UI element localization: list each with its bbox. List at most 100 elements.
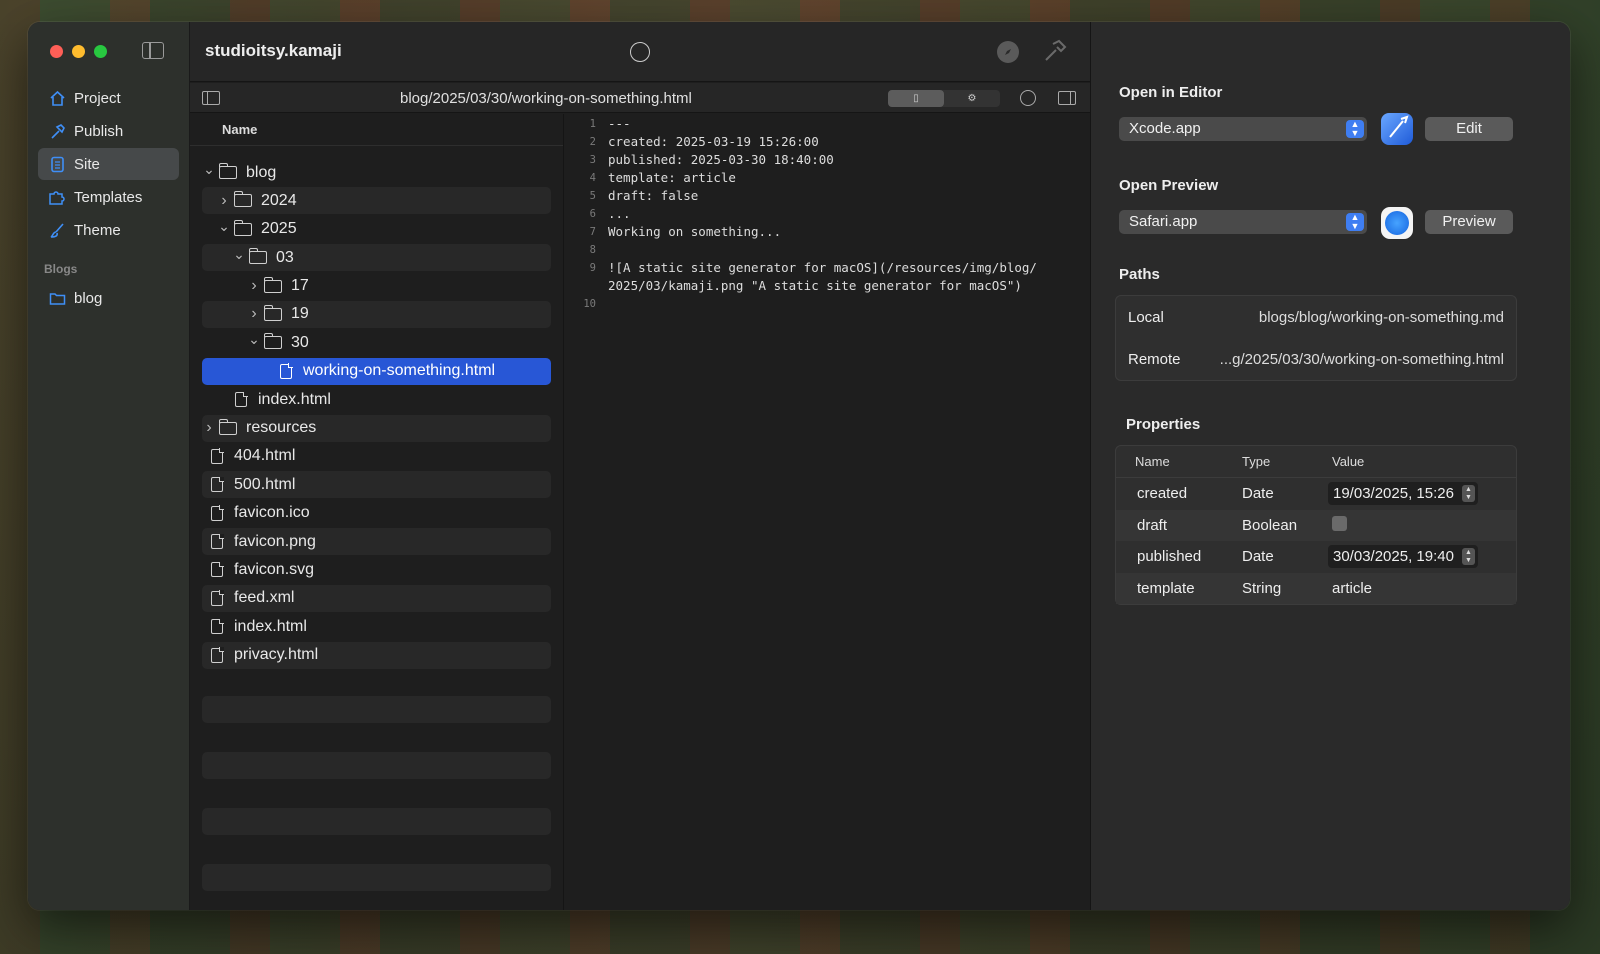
editor-app-value: Xcode.app — [1129, 120, 1201, 137]
tree-folder-row[interactable]: › 2024 — [202, 187, 551, 215]
tree-folder-row[interactable]: ⌄ 2025 — [202, 216, 551, 243]
settings-view-icon[interactable]: ⚙ — [944, 90, 1000, 107]
chevron-down-icon[interactable]: ⌄ — [202, 161, 216, 178]
sidebar-item-theme[interactable]: Theme — [38, 214, 179, 246]
stepper-icon[interactable]: ▲ ▼ — [1461, 485, 1475, 503]
folder-icon — [218, 418, 237, 435]
code-editor[interactable]: 1 --- 2 created: 2025-03-19 15:26:00 3 publis… — [564, 114, 1090, 910]
code-line: 6... — [564, 206, 631, 224]
tree-folder-row[interactable]: › 17 — [202, 273, 551, 300]
sidebar-item-project[interactable]: Project — [38, 82, 179, 114]
code-text: draft: false — [608, 188, 699, 203]
chevron-down-icon[interactable]: ⌄ — [247, 331, 261, 348]
compass-icon[interactable] — [997, 41, 1019, 63]
tree-file-row[interactable]: 404.html — [202, 443, 551, 470]
file-tree: Name ⌄ blog › 2024 ⌄ 2025 ⌄ 03 › 17 › 19 ⌄ 30 working-… — [190, 114, 564, 910]
property-row: published Date 30/03/2025, 19:40 ▲ ▼ — [1116, 541, 1516, 573]
chevron-right-icon[interactable]: › — [217, 192, 231, 210]
tree-file-row[interactable]: favicon.svg — [202, 556, 551, 583]
sidebar-item-blog[interactable]: blog — [38, 282, 179, 314]
tree-folder-row[interactable]: ⌄ 03 — [202, 244, 551, 272]
chevron-right-icon[interactable]: › — [247, 305, 261, 323]
tree-column-header[interactable]: Name — [190, 114, 563, 146]
remote-path-row: Remote ...g/2025/03/30/working-on-someth… — [1116, 338, 1516, 380]
minimize-button[interactable] — [72, 45, 85, 58]
sidebar-item-templates[interactable]: Templates — [38, 181, 179, 213]
date-value: 30/03/2025, 19:40 — [1333, 548, 1454, 566]
status-circle-icon[interactable] — [630, 42, 650, 62]
code-text: published: 2025-03-30 18:40:00 — [608, 152, 834, 167]
tree-file-row[interactable]: privacy.html — [202, 641, 551, 669]
chevron-down-icon[interactable]: ⌄ — [232, 246, 246, 263]
tree-row-label: 2025 — [261, 220, 297, 238]
sidebar-item-label: blog — [74, 289, 103, 307]
preview-app-popup[interactable]: Safari.app ▲ ▼ — [1119, 210, 1367, 234]
preview-app-value: Safari.app — [1129, 213, 1198, 230]
preview-button[interactable]: Preview — [1425, 210, 1513, 234]
properties-rows: created Date 19/03/2025, 15:26 ▲ ▼ draft Boole… — [1116, 478, 1516, 604]
tree-row-label: 404.html — [234, 447, 296, 465]
file-icon — [211, 561, 224, 578]
close-button[interactable] — [50, 45, 63, 58]
tree-row-label: 500.html — [234, 475, 296, 493]
tree-file-row[interactable]: index.html — [202, 386, 551, 413]
tree-file-row[interactable]: working-on-something.html — [202, 357, 551, 385]
editor-app-popup[interactable]: Xcode.app ▲ ▼ — [1119, 117, 1367, 141]
inspector-panel: Open in Editor Xcode.app ▲ ▼ Edit Open Pr… — [1090, 22, 1570, 910]
property-type: Date — [1242, 548, 1274, 566]
file-icon — [211, 647, 224, 663]
folder-icon — [233, 191, 252, 208]
chevron-right-icon[interactable]: › — [247, 277, 261, 295]
path-bar: blog/2025/03/30/working-on-something.htm… — [190, 83, 1090, 113]
tree-folder-row[interactable]: › 19 — [202, 300, 551, 328]
line-number: 3 — [589, 154, 596, 166]
window-title: studioitsy.kamaji — [205, 41, 342, 60]
open-editor-title: Open in Editor — [1119, 84, 1223, 101]
sidebar-item-publish[interactable]: Publish — [38, 115, 179, 147]
date-picker-field[interactable]: 19/03/2025, 15:26 ▲ ▼ — [1328, 482, 1478, 506]
sidebar-toggle-icon[interactable] — [142, 42, 164, 59]
tree-folder-row[interactable]: ⌄ blog — [202, 159, 551, 186]
preview-compass-icon[interactable] — [1020, 90, 1036, 106]
sidebar-item-site[interactable]: Site — [38, 148, 179, 180]
chevron-right-icon[interactable]: › — [202, 419, 216, 437]
tree-file-row[interactable]: favicon.ico — [202, 500, 551, 527]
tree-folder-row[interactable]: ⌄ 30 — [202, 329, 551, 356]
property-type: Date — [1242, 485, 1274, 503]
inspector-toggle-icon[interactable] — [1058, 91, 1076, 105]
tree-row-label: 2024 — [261, 191, 297, 209]
col-value[interactable]: Value — [1332, 454, 1516, 469]
build-hammer-icon[interactable] — [1042, 38, 1068, 64]
sidebar-item-label: Project — [74, 89, 121, 107]
tree-folder-row[interactable]: › resources — [202, 414, 551, 442]
window-controls — [50, 45, 107, 58]
tree-file-row[interactable]: feed.xml — [202, 584, 551, 612]
draft-checkbox[interactable] — [1332, 515, 1347, 531]
zoom-button[interactable] — [94, 45, 107, 58]
edit-button[interactable]: Edit — [1425, 117, 1513, 141]
file-icon — [235, 391, 248, 408]
file-icon — [280, 363, 293, 379]
tree-file-row[interactable]: index.html — [202, 613, 551, 640]
navigator-toggle-icon[interactable] — [202, 91, 220, 105]
stepper-icon[interactable]: ▲ ▼ — [1461, 548, 1475, 566]
view-mode-segment[interactable]: ▯ ⚙ — [888, 90, 1000, 107]
sidebar: Project Publish Site Templates Theme Blo… — [28, 22, 190, 910]
col-name[interactable]: Name — [1116, 454, 1242, 469]
xcode-app-icon — [1381, 113, 1413, 145]
chevron-down-icon[interactable]: ⌄ — [217, 218, 231, 235]
tree-file-row[interactable]: 500.html — [202, 471, 551, 499]
property-type: Boolean — [1242, 516, 1298, 534]
date-picker-field[interactable]: 30/03/2025, 19:40 ▲ ▼ — [1328, 545, 1478, 569]
col-type[interactable]: Type — [1242, 454, 1332, 469]
property-value[interactable]: article — [1332, 580, 1372, 597]
code-line: 3 published: 2025-03-30 18:40:00 — [564, 152, 834, 170]
document-view-icon[interactable]: ▯ — [888, 90, 944, 107]
tree-file-row[interactable]: favicon.png — [202, 528, 551, 556]
property-type: String — [1242, 579, 1282, 597]
tree-row-label: blog — [246, 163, 277, 181]
file-icon — [211, 533, 224, 550]
empty-tree-row — [202, 751, 551, 779]
folder-icon — [248, 248, 267, 265]
local-path-label: Local — [1128, 308, 1164, 326]
